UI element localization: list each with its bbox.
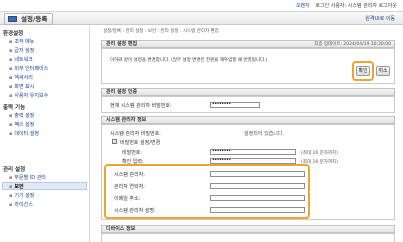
new-pin-note: (최대 16 문자까지) [301, 151, 338, 156]
change-pin-checkbox[interactable]: ✓ [112, 139, 117, 144]
sidebar-item-data-settings[interactable]: 데이터 설정 [9, 130, 39, 137]
ok-button[interactable]: 확인 [356, 66, 370, 76]
pin-status-value: 설정되어 있습니다. [244, 131, 284, 137]
sidebar-item-output-settings[interactable]: 출력 설정 [9, 112, 34, 119]
sidebar-item-department-id[interactable]: 부문별 ID 관리 [9, 174, 46, 181]
sidebar-item-license[interactable]: 라이선스 [9, 201, 32, 208]
settings-icon [8, 16, 17, 22]
sidebar-item-operation-menu[interactable]: 조작 메뉴 [9, 38, 34, 45]
edit-message: 이하와 같이 설정을 변경합니다. (일부 설정 변경은 전원을 재투입할 때 … [110, 58, 268, 63]
main-content: 설정/등록 : 관리 설정 : 보안 : 관리 설정 : 시스템 관리자 편집 … [97, 26, 395, 242]
sidebar-section-output: 출력 기능 [3, 105, 26, 111]
portal-link[interactable]: 원격UI로 이동 [365, 15, 395, 22]
sidebar-item-device-settings[interactable]: 기기 설정 [9, 192, 34, 199]
new-pin-input[interactable]: •••••••• [210, 149, 296, 155]
top-links: 오렌지 로그인 사용자: 시스템 관리자 로그아웃 [292, 2, 397, 9]
change-pin-label: 비밀번호 설정/변경 [120, 140, 161, 146]
sidebar-item-network[interactable]: 네트워크 [9, 56, 32, 63]
page-title: 설정/등록 [21, 15, 48, 23]
sidebar: 환경설정 조작 메뉴 급지 설정 네트워크 외부 인터페이스 액세서리 화면 표… [0, 26, 90, 242]
auth-section-header: 관리 설정 인증 [101, 88, 395, 96]
device-section-header: 디바이스 정보 [101, 225, 395, 233]
device-section-box [101, 233, 395, 242]
sidebar-item-fax-settings[interactable]: 팩스 설정 [9, 121, 34, 128]
pin-status-label: 시스템 관리자 비밀번호: [110, 131, 161, 137]
top-bar: 오렌지 로그인 사용자: 시스템 관리자 로그아웃 [0, 0, 403, 11]
current-pin-input[interactable]: •••••••• [210, 102, 260, 108]
admin-info-highlight [104, 164, 310, 219]
sidebar-item-paper-source[interactable]: 급지 설정 [9, 47, 34, 54]
user-label: 오렌지 [295, 3, 310, 9]
breadcrumb: 설정/등록 : 관리 설정 : 보안 : 관리 설정 : 시스템 관리자 편집 [103, 29, 219, 34]
sidebar-section-preferences: 환경설정 [3, 31, 24, 37]
new-pin-label: 비밀번호: [122, 150, 143, 156]
last-updated: 최종 업데이트: 2024/04/19 10:30:00 [314, 42, 391, 47]
sidebar-item-user-maintenance[interactable]: 사용자 유지보수 [9, 92, 48, 99]
auth-section-box: 현재 시스템 관리자 비밀번호: •••••••• [101, 96, 395, 113]
current-pin-label: 현재 시스템 관리자 비밀번호: [110, 103, 172, 109]
login-info-logout[interactable]: 로그인 사용자: 시스템 관리자 로그아웃 [315, 3, 397, 9]
sidebar-section-management: 관리 설정 [3, 167, 26, 173]
sidebar-item-display[interactable]: 화면 표시 [9, 83, 34, 90]
sidebar-item-external-interface[interactable]: 외부 인터페이스 [9, 65, 48, 72]
edit-section-box: 이하와 같이 설정을 변경합니다. (일부 설정 변경은 전원을 재투입할 때 … [101, 48, 395, 84]
page-title-tab: 설정/등록 [4, 13, 54, 25]
sidebar-item-security[interactable]: 보안 [9, 183, 23, 190]
cancel-button[interactable]: 취소 [376, 66, 390, 76]
admin-section-header: 시스템 관리자 정보 [101, 116, 395, 124]
sidebar-item-accessories[interactable]: 액세서리 [9, 74, 32, 81]
header: 설정/등록 원격UI로 이동 [0, 11, 403, 25]
